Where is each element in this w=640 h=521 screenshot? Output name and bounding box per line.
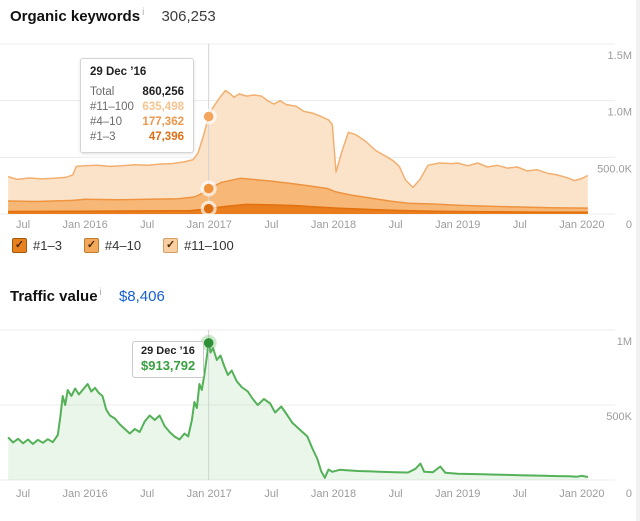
traffic-value-chart[interactable]: 0 500K 1M Jul Jan 2016 Jul Jan 2017 Jul Jan 2018…: [0, 316, 640, 516]
y-tick-label: 1.5M: [608, 50, 632, 62]
checked-checkbox-icon[interactable]: ✓: [84, 238, 99, 253]
info-icon[interactable]: i: [142, 7, 144, 18]
tooltip-row-total: Total 860,256: [90, 85, 184, 100]
x-tick-label: Jan 2017: [187, 488, 232, 500]
marker-dot: [204, 112, 214, 122]
y-tick-label: 0: [626, 488, 632, 500]
tooltip-date: 29 Dec ’16: [90, 66, 184, 78]
keyword-position-legend: ✓ #1–3 ✓ #4–10 ✓ #11–100: [12, 238, 234, 253]
tooltip-row-4-10: #4–10 177,362: [90, 115, 184, 130]
checked-checkbox-icon[interactable]: ✓: [12, 238, 27, 253]
tooltip-value: $913,792: [141, 358, 195, 373]
y-tick-label: 500K: [606, 411, 632, 423]
check-icon: ✓: [87, 240, 96, 251]
x-tick-label: Jul: [389, 488, 403, 500]
check-icon: ✓: [15, 240, 24, 251]
x-tick-label: Jan 2018: [311, 488, 356, 500]
legend-item-11-100[interactable]: ✓ #11–100: [163, 238, 234, 253]
ahrefs-overview-panel: Organic keywordsi 306,253 0500.0K1.0M1.5…: [0, 0, 640, 521]
organic-keywords-header: Organic keywordsi 306,253: [10, 7, 216, 25]
x-tick-label: Jul: [389, 219, 403, 231]
x-tick-label: Jul: [513, 488, 527, 500]
legend-item-4-10[interactable]: ✓ #4–10: [84, 238, 141, 253]
x-tick-label: Jul: [264, 488, 278, 500]
x-tick-label: Jan 2020: [559, 219, 604, 231]
organic-keywords-count: 306,253: [161, 8, 215, 25]
traffic-value-header: Traffic valuei $8,406: [10, 287, 165, 305]
x-tick-label: Jul: [264, 219, 278, 231]
series-area: [8, 343, 588, 480]
info-icon[interactable]: i: [100, 287, 102, 298]
legend-item-1-3[interactable]: ✓ #1–3: [12, 238, 62, 253]
traffic-value-amount[interactable]: $8,406: [119, 288, 165, 305]
marker-dot: [204, 184, 214, 194]
y-tick-label: 1.0M: [608, 107, 632, 119]
organic-keywords-title: Organic keywords: [10, 8, 140, 25]
tooltip-row-11-100: #11–100 635,498: [90, 100, 184, 115]
x-tick-label: Jan 2019: [435, 488, 480, 500]
x-tick-label: Jul: [16, 219, 30, 231]
x-tick-label: Jul: [140, 488, 154, 500]
y-tick-label: 1M: [617, 336, 632, 348]
x-tick-label: Jan 2018: [311, 219, 356, 231]
x-tick-label: Jan 2016: [62, 219, 107, 231]
x-tick-label: Jan 2020: [559, 488, 604, 500]
traffic-value-title: Traffic value: [10, 288, 98, 305]
x-tick-label: Jul: [513, 219, 527, 231]
traffic-value-tooltip: 29 Dec ’16 $913,792: [132, 341, 204, 378]
marker-dot: [204, 338, 214, 348]
marker-dot: [204, 204, 214, 214]
organic-keywords-tooltip: 29 Dec ’16 Total 860,256 #11–100 635,498…: [80, 58, 194, 153]
tooltip-date: 29 Dec ’16: [141, 345, 195, 357]
y-tick-label: 500.0K: [597, 163, 633, 175]
check-icon: ✓: [166, 240, 175, 251]
x-tick-label: Jan 2019: [435, 219, 480, 231]
x-tick-label: Jul: [140, 219, 154, 231]
x-tick-label: Jan 2016: [62, 488, 107, 500]
x-tick-label: Jul: [16, 488, 30, 500]
checked-checkbox-icon[interactable]: ✓: [163, 238, 178, 253]
x-tick-label: Jan 2017: [187, 219, 232, 231]
tooltip-row-1-3: #1–3 47,396: [90, 130, 184, 145]
y-tick-label: 0: [626, 219, 632, 231]
